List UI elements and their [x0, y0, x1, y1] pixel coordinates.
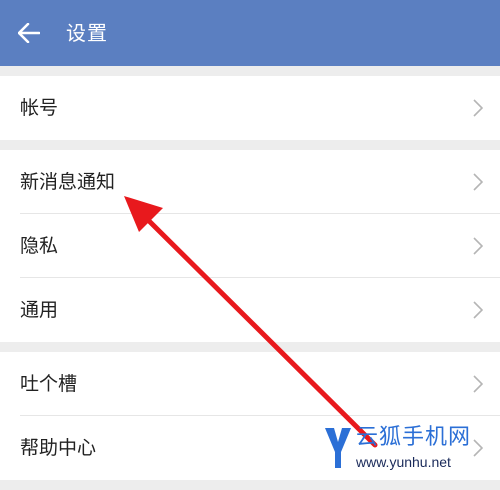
chevron-right-icon [473, 237, 483, 255]
chevron-right-icon [473, 375, 483, 393]
app-header: 设置 [0, 0, 500, 66]
settings-group-account: 帐号 [0, 76, 500, 140]
settings-group-general: 新消息通知 隐私 通用 [0, 150, 500, 342]
chevron-right-icon [473, 301, 483, 319]
settings-item-feedback[interactable]: 吐个槽 [0, 352, 500, 416]
settings-item-label: 吐个槽 [20, 373, 78, 395]
chevron-right-icon [473, 173, 483, 191]
chevron-right-icon [473, 99, 483, 117]
settings-item-account[interactable]: 帐号 [0, 76, 500, 140]
page-title: 设置 [66, 21, 108, 45]
settings-group-support: 吐个槽 帮助中心 [0, 352, 500, 480]
settings-item-new-message-notification[interactable]: 新消息通知 [0, 150, 500, 214]
back-button[interactable] [10, 14, 48, 52]
settings-item-label: 帐号 [20, 97, 59, 119]
settings-item-label: 帮助中心 [20, 437, 97, 459]
settings-item-privacy[interactable]: 隐私 [0, 214, 500, 278]
arrow-left-icon [18, 23, 40, 43]
settings-item-help-center[interactable]: 帮助中心 [0, 416, 500, 480]
chevron-right-icon [473, 439, 483, 457]
settings-item-label: 隐私 [20, 235, 59, 257]
settings-item-general[interactable]: 通用 [0, 278, 500, 342]
settings-item-label: 新消息通知 [20, 171, 116, 193]
settings-item-label: 通用 [20, 299, 59, 321]
